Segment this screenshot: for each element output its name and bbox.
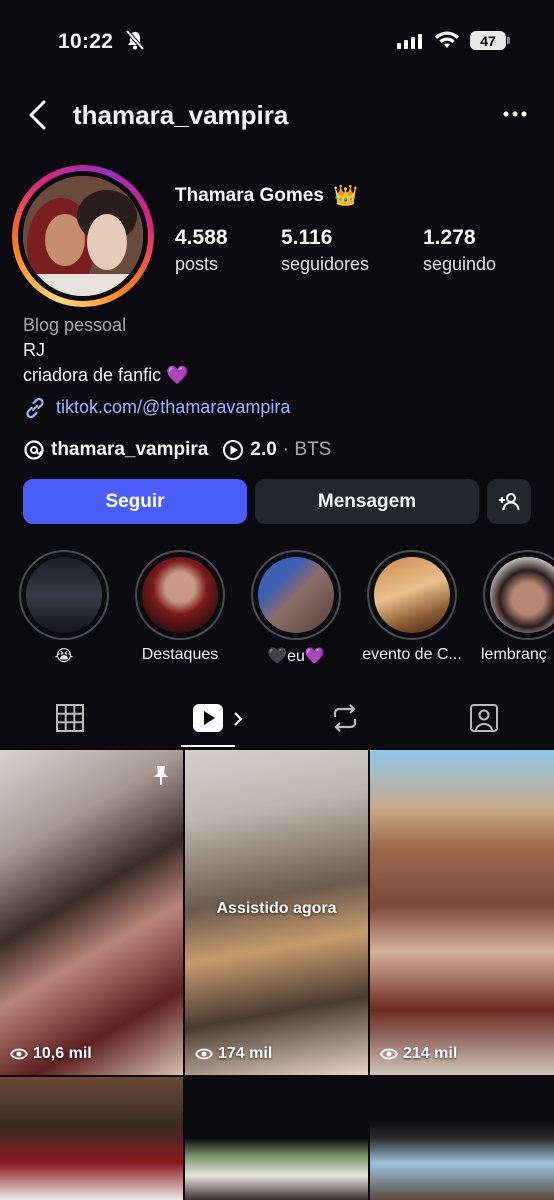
profile-username-title: thamara_vampira [73,100,289,130]
reel-thumbnail[interactable] [370,1077,554,1200]
active-tab-indicator [181,745,235,747]
more-options-icon[interactable] [502,103,528,125]
wifi-icon [435,31,459,48]
highlight-label: evento de C... [362,646,462,663]
following-count[interactable]: 1.278 [423,226,476,250]
highlight-item[interactable] [251,550,341,640]
reel-thumbnail[interactable]: 214 mil [370,750,554,1075]
eye-icon [195,1048,213,1060]
highlight-item[interactable] [135,550,225,640]
reel-thumbnail[interactable] [185,1077,368,1200]
add-person-icon [499,492,520,510]
followers-label[interactable]: seguidores [281,254,369,275]
posts-count: 4.588 [175,226,228,249]
follow-button[interactable]: Seguir [23,479,247,524]
grid-tab-icon[interactable] [55,702,85,734]
reel-views-count: 214 mil [403,1045,458,1062]
reel-views: 174 mil [195,1045,272,1063]
tagged-tab-icon[interactable] [469,702,499,734]
message-button[interactable]: Mensagem [255,479,479,524]
suggest-people-button[interactable] [487,479,531,524]
bio-line: criadora de fanfic 💜 [23,365,189,385]
battery-icon: 47 [470,31,506,50]
pin-icon [154,766,168,785]
bell-muted-icon [126,30,144,50]
bio-line: RJ [23,340,45,360]
reel-views-count: 174 mil [218,1045,273,1062]
chevron-right-icon[interactable] [231,710,245,728]
link-icon [26,397,44,419]
back-arrow-icon[interactable] [26,98,50,132]
reel-thumbnail[interactable] [0,1077,183,1200]
profile-link[interactable]: tiktok.com/@thamaravampira [56,397,290,418]
highlight-item[interactable] [19,550,109,640]
watched-now-label: Assistido agora [216,900,337,917]
highlight-label: lembranç [481,646,547,663]
highlight-item[interactable] [483,550,554,640]
reel-thumbnail[interactable]: Assistido agora 174 mil [185,750,368,1075]
profile-category: Blog pessoal [23,315,127,335]
highlight-cover [26,557,102,633]
reels-tab-icon[interactable] [191,702,225,734]
followers-count[interactable]: 5.116 [281,226,332,250]
highlight-cover [258,557,334,633]
avatar[interactable] [23,176,143,296]
highlight-cover [142,557,218,633]
threads-and-music-row: thamara_vampira 2.0 · BTS [23,439,331,461]
music-artist: · BTS [282,439,332,460]
crown-emoji: 👑 [333,185,358,207]
battery-tip [507,37,510,44]
profile-full-name: Thamara Gomes [175,185,324,206]
eye-icon [10,1048,28,1060]
threads-handle[interactable]: thamara_vampira [51,439,208,461]
play-circle-icon[interactable] [222,439,244,461]
highlight-cover [374,557,450,633]
eye-icon [380,1048,398,1060]
reel-views-count: 10,6 mil [33,1045,92,1062]
reel-thumbnail[interactable]: 10,6 mil [0,750,183,1075]
following-label[interactable]: seguindo [423,254,496,275]
highlight-label: Destaques [141,646,219,663]
posts-label: posts [175,254,219,274]
threads-icon[interactable] [23,439,45,461]
highlight-label: 😭 [54,648,74,665]
status-time: 10:22 [58,30,114,53]
reel-views: 214 mil [380,1045,457,1063]
highlight-label: 🖤eu💜 [267,648,325,665]
reposts-tab-icon[interactable] [330,702,360,734]
reel-views: 10,6 mil [10,1045,92,1063]
music-version[interactable]: 2.0 [250,439,276,461]
cellular-signal-icon [397,34,422,49]
highlight-item[interactable] [367,550,457,640]
highlight-cover [490,557,554,633]
